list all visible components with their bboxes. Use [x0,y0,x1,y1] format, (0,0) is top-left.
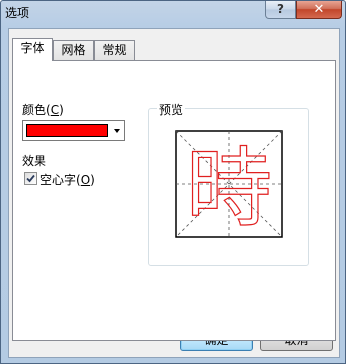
chevron-down-icon [114,129,120,133]
hollow-checkbox[interactable] [24,172,37,185]
help-button[interactable]: ? [265,1,296,19]
window-title: 选项 [5,6,30,20]
preview-group: 预览 時 [148,101,309,266]
font-tab-panel: 颜色(C) 效果 空心字(O) 预览 時 [12,60,336,341]
tab-general-label: 常规 [102,43,127,57]
close-icon: ✕ [313,2,325,17]
close-button[interactable]: ✕ [296,1,342,19]
tab-font[interactable]: 字体 [12,38,53,61]
color-label: 颜色(C) [22,103,64,117]
color-swatch [26,124,108,137]
color-dropdown[interactable] [22,120,125,141]
dialog-client: 字体 网格 常规 颜色(C) 效果 空心字(O) 预览 時 [8,28,340,358]
tab-grid[interactable]: 网格 [53,40,94,60]
preview-character: 時 [186,139,272,238]
effects-label: 效果 [22,154,47,168]
preview-label: 预览 [157,101,186,118]
tab-general[interactable]: 常规 [94,40,135,60]
help-icon: ? [277,2,284,16]
hollow-label: 空心字(O) [40,173,95,187]
tab-grid-label: 网格 [61,43,86,57]
tab-font-label: 字体 [20,41,45,55]
checkmark-icon [26,174,35,183]
preview-canvas: 時 [175,130,283,238]
options-dialog: 选项 ? ✕ 字体 网格 常规 颜色(C) 效果 空心字(O) 预览 時 [0,0,346,364]
